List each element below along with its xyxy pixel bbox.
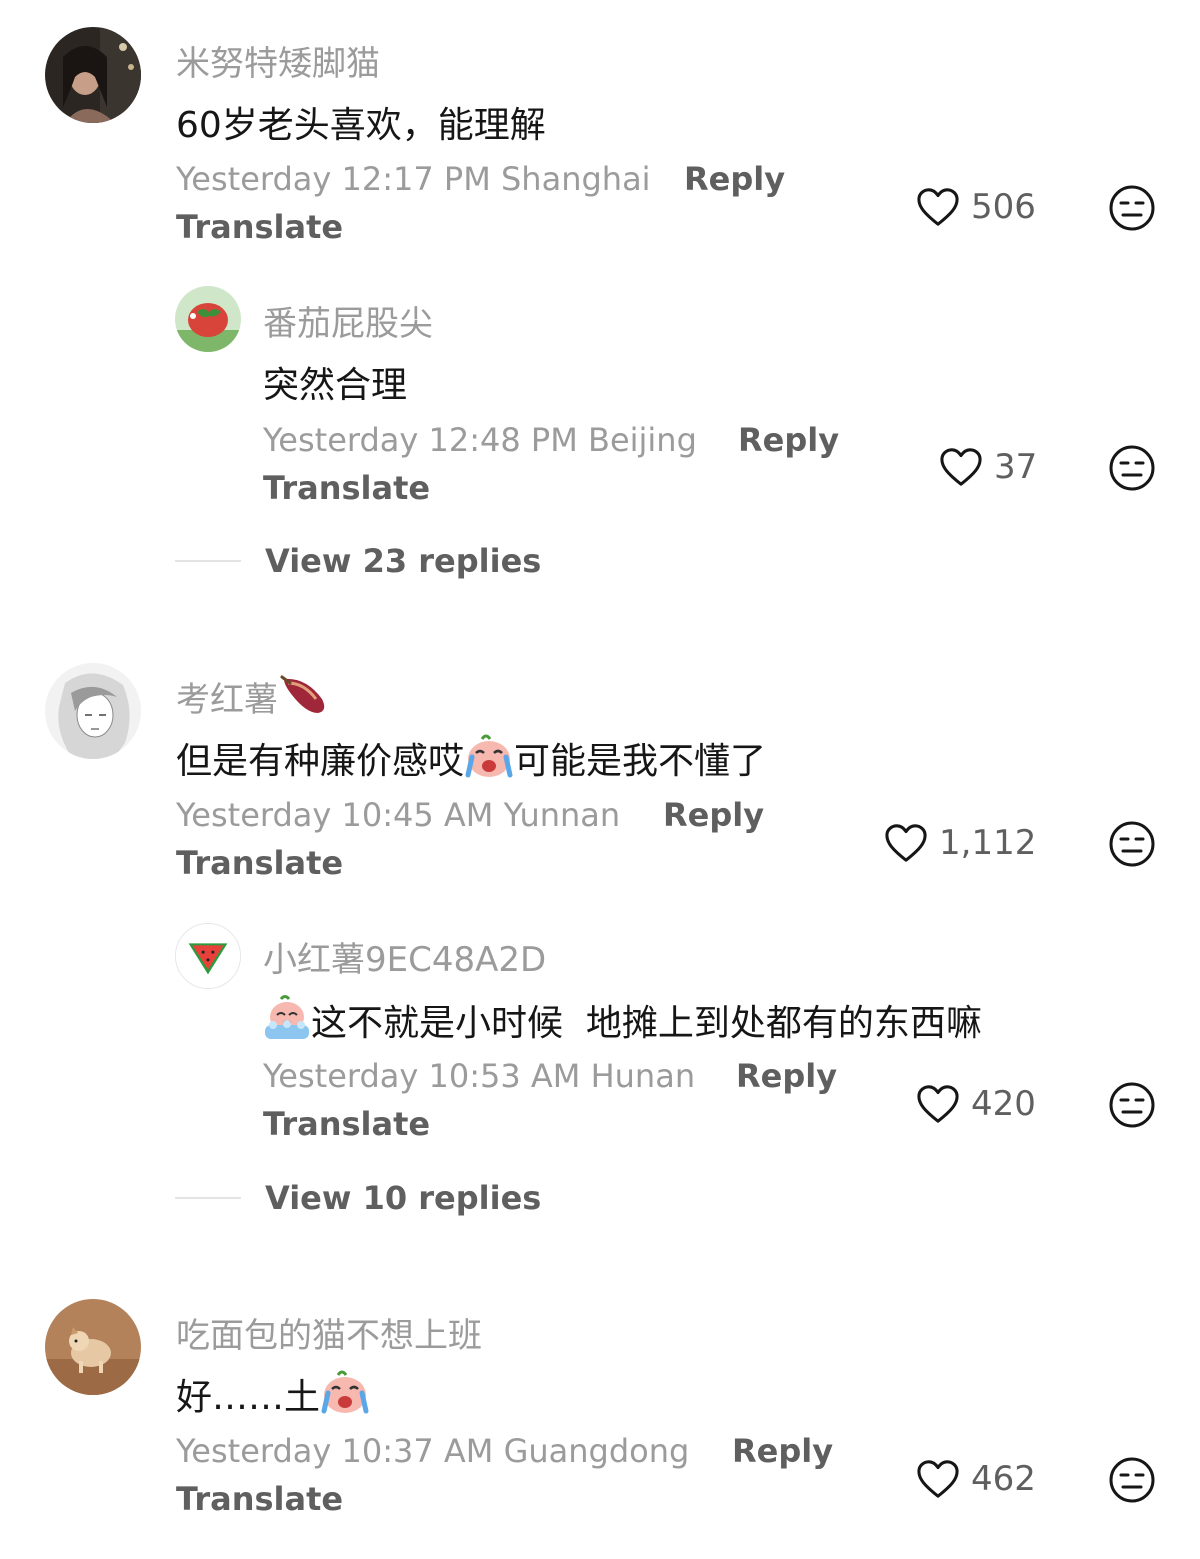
dislike-button[interactable] xyxy=(1108,184,1156,232)
username[interactable]: 小红薯9EC48A2D xyxy=(263,932,546,981)
comment-text: 好……土 xyxy=(176,1368,370,1420)
comment-text-part: 这不就是小时候 地摊上到处都有的东西嘛 xyxy=(311,1003,982,1044)
comment-meta: Yesterday 12:17 PM Shanghai xyxy=(176,160,651,198)
neutral-face-icon xyxy=(1109,185,1155,231)
username[interactable]: 吃面包的猫不想上班 xyxy=(176,1308,482,1357)
username[interactable]: 番茄屁股尖 xyxy=(263,296,433,345)
translate-button[interactable]: Translate xyxy=(176,844,343,882)
sweet-potato-icon xyxy=(280,675,325,713)
username-text: 考红薯 xyxy=(176,680,278,720)
like-button[interactable]: 37 xyxy=(938,446,1037,488)
translate-button[interactable]: Translate xyxy=(176,1480,343,1518)
neutral-face-icon xyxy=(1109,1082,1155,1128)
username[interactable]: 考红薯 xyxy=(176,672,332,721)
like-button[interactable]: 462 xyxy=(915,1458,1036,1500)
dislike-button[interactable] xyxy=(1108,820,1156,868)
avatar[interactable] xyxy=(45,1299,141,1395)
reply-button[interactable]: Reply xyxy=(736,1057,837,1095)
crying-bath-icon xyxy=(265,995,309,1039)
view-replies-label: View 23 replies xyxy=(265,542,542,580)
avatar[interactable] xyxy=(45,663,141,759)
avatar[interactable] xyxy=(175,923,241,989)
neutral-face-icon xyxy=(1109,821,1155,867)
view-replies-button[interactable]: View 23 replies xyxy=(175,542,541,580)
like-count: 462 xyxy=(971,1459,1036,1499)
comment-text: 60岁老头喜欢，能理解 xyxy=(176,105,546,146)
like-button[interactable]: 506 xyxy=(915,186,1036,228)
avatar[interactable] xyxy=(175,286,241,352)
reply-button[interactable]: Reply xyxy=(738,421,839,459)
view-replies-button[interactable]: View 10 replies xyxy=(175,1179,541,1217)
heart-icon xyxy=(917,1085,959,1123)
dislike-button[interactable] xyxy=(1108,1081,1156,1129)
view-replies-label: View 10 replies xyxy=(265,1179,542,1217)
like-count: 420 xyxy=(971,1084,1036,1124)
comment-text-part: 可能是我不懂了 xyxy=(514,741,767,782)
like-count: 37 xyxy=(994,447,1038,487)
crying-face-icon xyxy=(465,734,513,778)
neutral-face-icon xyxy=(1109,1457,1155,1503)
comment-meta: Yesterday 10:53 AM Hunan xyxy=(263,1057,696,1095)
neutral-face-icon xyxy=(1109,445,1155,491)
comment-text: 但是有种廉价感哎 可能是我不懂了 xyxy=(176,732,766,784)
username[interactable]: 米努特矮脚猫 xyxy=(176,36,380,85)
comment-meta: Yesterday 10:45 AM Yunnan xyxy=(176,796,621,834)
crying-face-icon xyxy=(321,1370,369,1414)
reply-button[interactable]: Reply xyxy=(663,796,764,834)
translate-button[interactable]: Translate xyxy=(263,1105,430,1143)
like-button[interactable]: 1,112 xyxy=(883,822,1036,864)
comment-text: 突然合理 xyxy=(263,365,408,406)
heart-icon xyxy=(885,824,927,862)
like-button[interactable]: 420 xyxy=(915,1083,1036,1125)
dislike-button[interactable] xyxy=(1108,1456,1156,1504)
heart-icon xyxy=(917,188,959,226)
comment-text-part: 好……土 xyxy=(176,1377,321,1418)
comment-text: 这不就是小时候 地摊上到处都有的东西嘛 xyxy=(263,994,982,1046)
like-count: 506 xyxy=(971,187,1036,227)
heart-icon xyxy=(917,1460,959,1498)
comment-meta: Yesterday 10:37 AM Guangdong xyxy=(176,1432,690,1470)
reply-button[interactable]: Reply xyxy=(732,1432,833,1470)
avatar[interactable] xyxy=(45,27,141,123)
comment-meta: Yesterday 12:48 PM Beijing xyxy=(263,421,697,459)
comment-text-part: 但是有种廉价感哎 xyxy=(176,741,465,782)
translate-button[interactable]: Translate xyxy=(263,469,430,507)
divider xyxy=(175,560,241,562)
divider xyxy=(175,1197,241,1199)
like-count: 1,112 xyxy=(939,823,1037,863)
heart-icon xyxy=(940,448,982,486)
reply-button[interactable]: Reply xyxy=(684,160,785,198)
translate-button[interactable]: Translate xyxy=(176,208,343,246)
dislike-button[interactable] xyxy=(1108,444,1156,492)
